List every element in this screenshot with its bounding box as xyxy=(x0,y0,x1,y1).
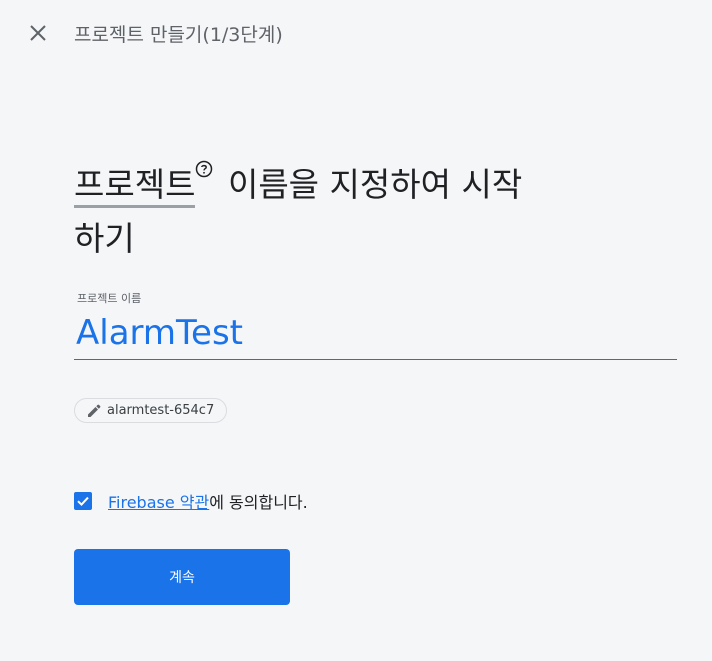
step-title: 프로젝트 만들기(1/3단계) xyxy=(74,24,283,46)
close-icon xyxy=(30,25,46,41)
continue-button[interactable]: 계속 xyxy=(74,549,290,605)
terms-checkbox[interactable] xyxy=(74,492,92,510)
page-heading: 프로젝트 이름을 지정하여 시작 하기 xyxy=(74,158,634,266)
project-id-text: alarmtest-654c7 xyxy=(107,403,215,418)
project-id-chip[interactable]: alarmtest-654c7 xyxy=(74,398,228,423)
terms-agreement-row: Firebase 약관 에 동의합니다. xyxy=(74,489,308,513)
check-icon xyxy=(77,496,89,507)
firebase-terms-link[interactable]: Firebase 약관 xyxy=(108,489,209,513)
pencil-icon xyxy=(88,404,101,417)
heading-text-line2: 하기 xyxy=(74,219,135,258)
heading-term[interactable]: 프로젝트 xyxy=(74,165,196,208)
close-button[interactable] xyxy=(22,17,54,49)
help-circle-icon[interactable] xyxy=(195,160,213,178)
terms-agreement-text: 에 동의합니다. xyxy=(209,493,308,512)
heading-text-line1: 이름을 지정하여 시작 xyxy=(227,165,523,204)
project-name-label: 프로젝트 이름 xyxy=(77,292,142,305)
project-name-input[interactable] xyxy=(74,306,677,360)
